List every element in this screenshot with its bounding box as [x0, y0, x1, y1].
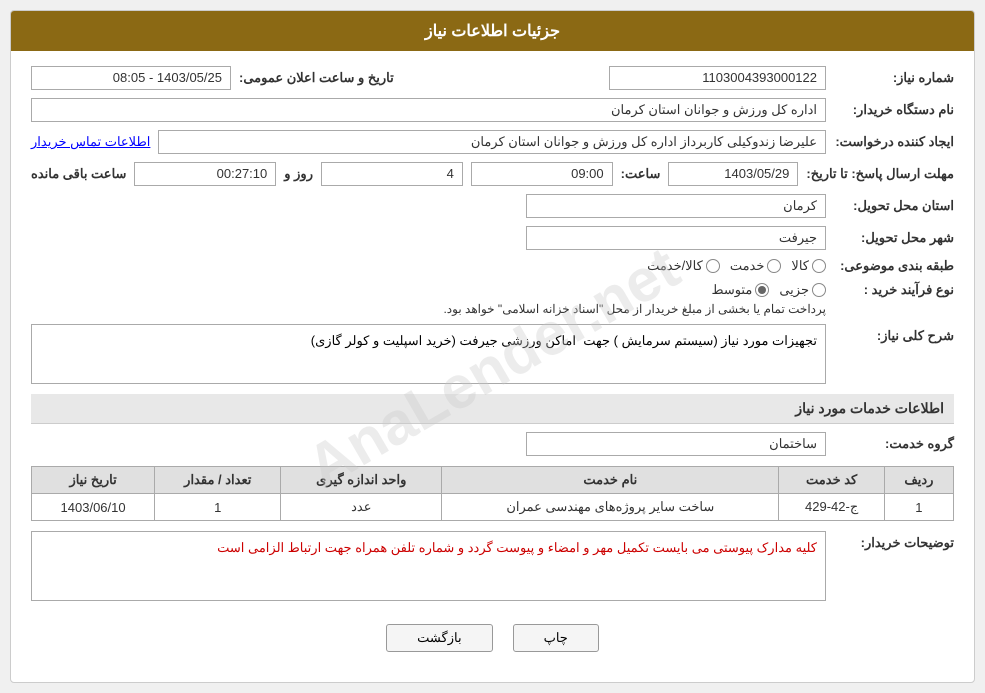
- deadline-days-label: روز و: [284, 166, 313, 182]
- announcement-label: تاریخ و ساعت اعلان عمومی:: [239, 70, 394, 86]
- province-value: کرمان: [526, 194, 826, 218]
- buyer-org-value: اداره کل ورزش و جوانان استان کرمان: [31, 98, 826, 122]
- page-title: جزئیات اطلاعات نیاز: [11, 11, 974, 51]
- process-note: پرداخت تمام یا بخشی از مبلغ خریدار از مح…: [443, 302, 826, 316]
- services-section-title: اطلاعات خدمات مورد نیاز: [31, 394, 954, 424]
- description-section-label: شرح کلی نیاز:: [834, 324, 954, 344]
- main-container: جزئیات اطلاعات نیاز AnaLender.net شماره …: [10, 10, 975, 683]
- process-medium-label: متوسط: [711, 282, 752, 298]
- cell-unit: عدد: [281, 494, 442, 521]
- col-date: تاریخ نیاز: [32, 467, 155, 494]
- back-button[interactable]: بازگشت: [386, 624, 492, 652]
- radio-goods-service[interactable]: [706, 259, 720, 273]
- buyer-notes-box: کلیه مدارک پیوستی می بایست تکمیل مهر و ا…: [31, 531, 826, 601]
- category-service-item: خدمت: [730, 258, 782, 274]
- table-row: 1 ج-42-429 ساخت سایر پروژه‌های مهندسی عم…: [32, 494, 954, 521]
- deadline-label: مهلت ارسال پاسخ: تا تاریخ:: [806, 166, 954, 182]
- category-service-label: خدمت: [730, 258, 765, 274]
- description-textarea[interactable]: [31, 324, 826, 384]
- service-group-label: گروه خدمت:: [834, 436, 954, 452]
- process-medium-item: متوسط: [711, 282, 769, 298]
- creator-link[interactable]: اطلاعات تماس خریدار: [31, 134, 150, 150]
- radio-goods[interactable]: [812, 259, 826, 273]
- radio-medium[interactable]: [755, 283, 769, 297]
- need-number-row: شماره نیاز: 1103004393000122 تاریخ و ساع…: [31, 66, 954, 90]
- deadline-time: 09:00: [471, 162, 613, 186]
- buyer-notes-value: کلیه مدارک پیوستی می بایست تکمیل مهر و ا…: [217, 540, 817, 555]
- province-row: استان محل تحویل: کرمان: [31, 194, 954, 218]
- category-goods-item: کالا: [791, 258, 826, 274]
- cell-date: 1403/06/10: [32, 494, 155, 521]
- col-unit: واحد اندازه گیری: [281, 467, 442, 494]
- page-wrapper: جزئیات اطلاعات نیاز AnaLender.net شماره …: [0, 0, 985, 693]
- need-number-value: 1103004393000122: [609, 66, 826, 90]
- col-row: ردیف: [884, 467, 953, 494]
- category-goods-service-item: کالا/خدمت: [647, 258, 720, 274]
- process-partial-item: جزیی: [779, 282, 826, 298]
- service-group-row: گروه خدمت: ساختمان: [31, 432, 954, 456]
- col-code: کد خدمت: [779, 467, 884, 494]
- creator-value: علیرضا زندوکیلی کاربرداز اداره کل ورزش و…: [158, 130, 826, 154]
- buyer-org-row: نام دستگاه خریدار: اداره کل ورزش و جوانا…: [31, 98, 954, 122]
- category-radio-group: کالا خدمت کالا/خدمت: [647, 258, 826, 274]
- radio-partial[interactable]: [812, 283, 826, 297]
- services-table: ردیف کد خدمت نام خدمت واحد اندازه گیری ت…: [31, 466, 954, 521]
- city-row: شهر محل تحویل: جیرفت: [31, 226, 954, 250]
- cell-name: ساخت سایر پروژه‌های مهندسی عمران: [442, 494, 779, 521]
- process-radio-group: جزیی متوسط: [443, 282, 826, 298]
- description-section: شرح کلی نیاز:: [31, 324, 954, 384]
- category-label: طبقه بندی موضوعی:: [834, 258, 954, 274]
- category-goods-label: کالا: [791, 258, 809, 274]
- need-number-label: شماره نیاز:: [834, 70, 954, 86]
- creator-label: ایجاد کننده درخواست:: [834, 134, 954, 150]
- category-row: طبقه بندی موضوعی: کالا خدمت کالا/خدمت: [31, 258, 954, 274]
- process-partial-label: جزیی: [779, 282, 809, 298]
- cell-row: 1: [884, 494, 953, 521]
- process-label: نوع فرآیند خرید :: [834, 282, 954, 298]
- deadline-row: مهلت ارسال پاسخ: تا تاریخ: 1403/05/29 سا…: [31, 162, 954, 186]
- deadline-remaining-label: ساعت باقی مانده: [31, 166, 126, 182]
- print-button[interactable]: چاپ: [513, 624, 599, 652]
- cell-code: ج-42-429: [779, 494, 884, 521]
- service-group-value: ساختمان: [526, 432, 826, 456]
- buyer-notes-label: توضیحات خریدار:: [834, 531, 954, 551]
- buttons-row: چاپ بازگشت: [31, 624, 954, 667]
- deadline-time-label: ساعت:: [621, 166, 661, 182]
- deadline-remaining: 00:27:10: [134, 162, 276, 186]
- city-label: شهر محل تحویل:: [834, 230, 954, 246]
- creator-row: ایجاد کننده درخواست: علیرضا زندوکیلی کار…: [31, 130, 954, 154]
- deadline-days: 4: [321, 162, 463, 186]
- city-value: جیرفت: [526, 226, 826, 250]
- radio-service[interactable]: [767, 259, 781, 273]
- process-type-row: نوع فرآیند خرید : جزیی متوسط پرداخت تمام…: [31, 282, 954, 316]
- buyer-org-label: نام دستگاه خریدار:: [834, 102, 954, 118]
- cell-qty: 1: [155, 494, 281, 521]
- buyer-notes-section: توضیحات خریدار: کلیه مدارک پیوستی می بای…: [31, 531, 954, 609]
- category-goods-service-label: کالا/خدمت: [647, 258, 703, 274]
- col-name: نام خدمت: [442, 467, 779, 494]
- announcement-value: 1403/05/25 - 08:05: [31, 66, 231, 90]
- deadline-date: 1403/05/29: [668, 162, 798, 186]
- content-area: AnaLender.net شماره نیاز: 11030043930001…: [11, 51, 974, 682]
- province-label: استان محل تحویل:: [834, 198, 954, 214]
- col-qty: تعداد / مقدار: [155, 467, 281, 494]
- services-table-section: ردیف کد خدمت نام خدمت واحد اندازه گیری ت…: [31, 466, 954, 521]
